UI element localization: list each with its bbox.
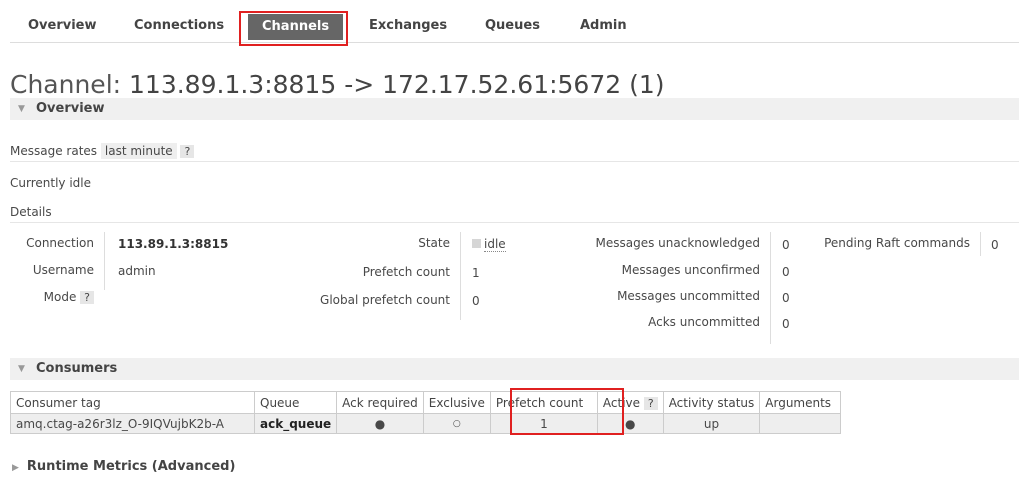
pending-raft-value: 0	[991, 238, 999, 252]
prefetch-value: 1	[472, 266, 480, 280]
acks-uncommitted-value: 0	[782, 317, 790, 331]
global-prefetch-value: 0	[472, 294, 480, 308]
message-rates-period[interactable]: last minute	[100, 143, 177, 159]
consumers-section-label: Consumers	[36, 361, 118, 376]
tab-exchanges[interactable]: Exchanges	[369, 18, 447, 33]
consumers-table: Consumer tag Queue Ack required Exclusiv…	[10, 391, 842, 434]
col-ack-required: Ack required	[336, 391, 424, 414]
msg-uncommitted-value: 0	[782, 291, 790, 305]
col-consumer-tag: Consumer tag	[10, 391, 255, 414]
column-divider	[460, 232, 461, 320]
message-rates: Message rates last minute ?	[10, 143, 195, 159]
mode-label: Mode	[43, 290, 77, 304]
divider	[10, 222, 1019, 223]
details-label: Details	[10, 205, 52, 219]
mode-row: Mode ?	[10, 290, 94, 304]
column-divider	[104, 232, 105, 290]
page-title: Channel: 113.89.1.3:8815 -> 172.17.52.61…	[10, 70, 665, 99]
username-label: Username	[32, 263, 94, 277]
connection-value[interactable]: 113.89.1.3:8815	[118, 237, 228, 251]
tab-admin[interactable]: Admin	[580, 18, 627, 33]
title-prefix: Channel:	[10, 70, 122, 99]
consumer-tag-cell: amq.ctag-a26r3lz_O-9IQVujbK2b-A	[10, 413, 255, 434]
state-value-wrap: idle	[472, 237, 506, 252]
expand-triangle-icon: ▶	[12, 463, 19, 473]
exclusive-cell: ○	[422, 413, 491, 434]
tab-queues[interactable]: Queues	[485, 18, 540, 33]
consumers-section-header[interactable]: ▼ Consumers	[10, 358, 1019, 380]
msg-unacked-value: 0	[782, 238, 790, 252]
arguments-cell	[759, 413, 842, 434]
connection-label: Connection	[26, 236, 94, 250]
col-exclusive: Exclusive	[422, 391, 491, 414]
top-nav: Overview Connections Channels Exchanges …	[10, 8, 1019, 43]
runtime-metrics-label: Runtime Metrics (Advanced)	[26, 459, 236, 474]
ack-required-cell: ●	[336, 413, 424, 434]
activity-status-cell: up	[662, 413, 761, 434]
message-rates-label: Message rates	[10, 144, 98, 158]
prefetch-count-highlight	[510, 388, 624, 435]
tab-overview[interactable]: Overview	[28, 18, 97, 33]
collapse-triangle-icon: ▼	[18, 104, 25, 114]
msg-unconfirmed-value: 0	[782, 265, 790, 279]
overview-section-label: Overview	[36, 101, 105, 116]
message-rates-help-button[interactable]: ?	[180, 145, 195, 158]
prefetch-label: Prefetch count	[362, 265, 450, 279]
queue-link[interactable]: ack_queue	[253, 413, 338, 434]
pending-raft-label: Pending Raft commands	[824, 236, 970, 250]
acks-uncommitted-label: Acks uncommitted	[648, 315, 760, 329]
col-queue: Queue	[253, 391, 338, 414]
msg-unacked-label: Messages unacknowledged	[595, 236, 760, 250]
column-divider	[980, 232, 981, 256]
table-row: amq.ctag-a26r3lz_O-9IQVujbK2b-A ack_queu…	[10, 413, 842, 434]
idle-state-square-icon	[472, 239, 481, 248]
tab-connections[interactable]: Connections	[134, 18, 224, 33]
state-value: idle	[484, 237, 506, 252]
username-value: admin	[118, 264, 156, 278]
column-divider	[770, 232, 771, 344]
divider	[10, 161, 1019, 162]
msg-uncommitted-label: Messages uncommitted	[617, 289, 760, 303]
collapse-triangle-icon: ▼	[18, 364, 25, 374]
overview-section-header[interactable]: ▼ Overview	[10, 98, 1019, 120]
runtime-metrics-toggle[interactable]: ▶ Runtime Metrics (Advanced)	[12, 459, 235, 474]
table-header-row: Consumer tag Queue Ack required Exclusiv…	[10, 391, 842, 414]
title-value: 113.89.1.3:8815 -> 172.17.52.61:5672 (1)	[129, 70, 665, 99]
state-label: State	[418, 236, 450, 250]
active-help-button[interactable]: ?	[643, 396, 658, 410]
channels-tab-highlight	[239, 11, 348, 46]
mode-help-button[interactable]: ?	[80, 291, 94, 304]
global-prefetch-label: Global prefetch count	[320, 293, 450, 307]
status-text: Currently idle	[10, 176, 91, 190]
col-arguments: Arguments	[759, 391, 842, 414]
col-activity-status: Activity status	[662, 391, 761, 414]
msg-unconfirmed-label: Messages unconfirmed	[621, 263, 760, 277]
